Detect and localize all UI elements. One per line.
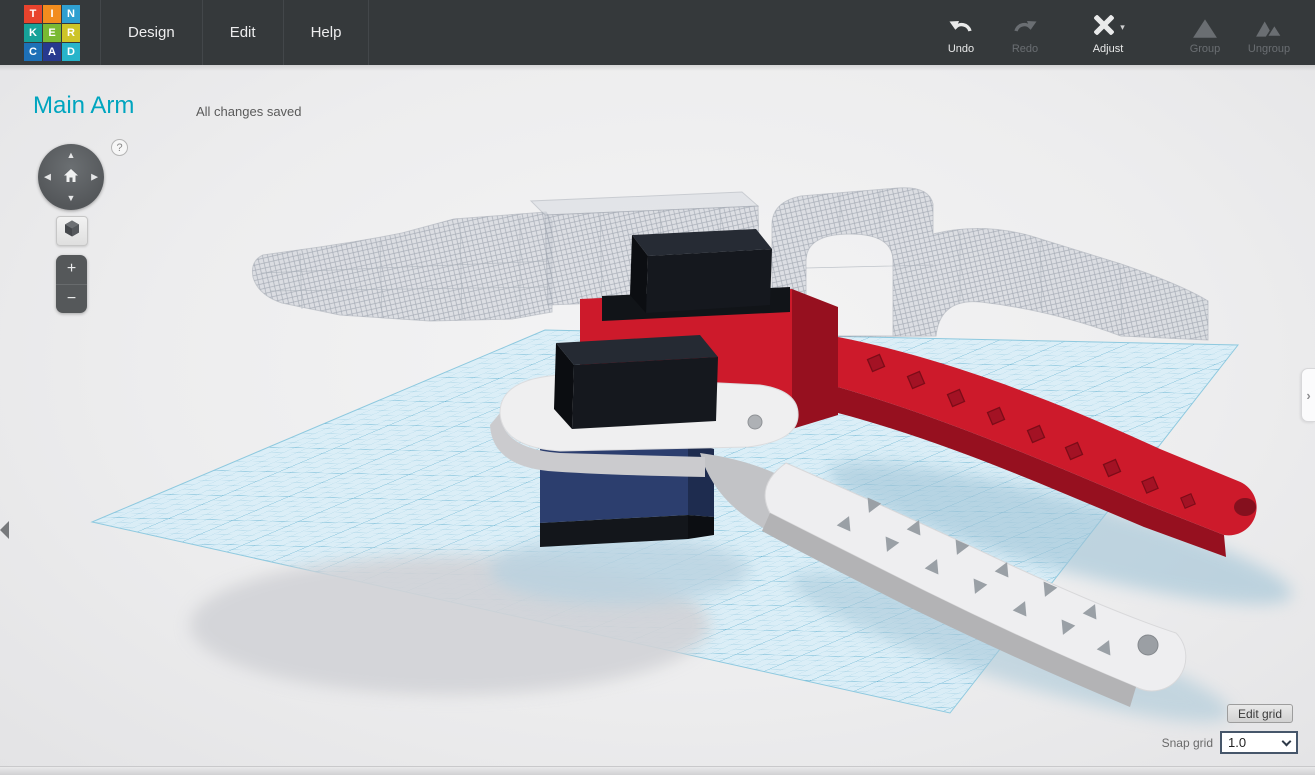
bottom-edge-strip [0, 766, 1315, 775]
tinkercad-logo[interactable]: T I N K E R C A D [24, 5, 80, 61]
main-menu: Design Edit Help [100, 0, 370, 65]
question-icon: ? [116, 141, 123, 154]
snap-grid-row: Snap grid 1.0 [1162, 731, 1298, 754]
left-collapse-arrow-icon[interactable] [0, 521, 9, 539]
edit-grid-button[interactable]: Edit grid [1227, 704, 1293, 723]
ungroup-button[interactable]: Ungroup [1237, 10, 1301, 55]
group-button[interactable]: Group [1173, 10, 1237, 55]
white-arm-hole [1137, 634, 1159, 656]
ungroup-label: Ungroup [1247, 43, 1291, 55]
adjust-button[interactable]: ▾ Adjust [1073, 10, 1143, 55]
ungroup-icon [1255, 14, 1283, 41]
logo-letter: K [24, 24, 42, 42]
black-box-lower[interactable] [554, 335, 718, 429]
top-bar: T I N K E R C A D Design Edit Help Undo … [0, 0, 1315, 65]
chevron-down-icon [1281, 736, 1292, 746]
action-toolbar: Undo Redo ▾ Adjust Group Ungroup [929, 0, 1315, 65]
home-icon [63, 168, 79, 186]
snap-grid-value: 1.0 [1228, 735, 1247, 750]
orbit-up-arrow[interactable]: ▲ [67, 151, 76, 160]
help-button[interactable]: ? [111, 139, 128, 156]
orbit-right-arrow[interactable]: ▶ [91, 172, 98, 182]
chevron-down-icon: ▾ [1120, 22, 1125, 32]
redo-label: Redo [1011, 43, 1039, 55]
chevron-right-icon: › [1306, 387, 1311, 403]
snap-grid-label: Snap grid [1161, 735, 1213, 750]
group-icon [1192, 14, 1218, 41]
zoom-control: + − [56, 255, 87, 313]
crossed-tools-icon [1091, 12, 1117, 43]
black-box-upper[interactable] [630, 229, 772, 313]
redo-icon [1012, 14, 1038, 41]
logo-letter: D [62, 43, 80, 61]
menu-edit[interactable]: Edit [203, 0, 284, 65]
logo-letter: I [43, 5, 61, 23]
zoom-in-button[interactable]: + [56, 255, 87, 285]
undo-label: Undo [947, 43, 975, 55]
adjust-label: Adjust [1092, 43, 1124, 55]
logo-letter: R [62, 24, 80, 42]
red-arm-hole [1234, 498, 1256, 516]
hole-object-left-arm[interactable] [252, 211, 553, 322]
undo-icon [948, 14, 974, 41]
scene-canvas[interactable] [0, 65, 1315, 775]
logo-letter: T [24, 5, 42, 23]
redo-button[interactable]: Redo [993, 10, 1057, 55]
home-view-button[interactable] [63, 168, 79, 186]
menu-design[interactable]: Design [101, 0, 203, 65]
save-status: All changes saved [196, 104, 302, 119]
group-label: Group [1189, 43, 1221, 55]
view-cube-button[interactable] [56, 216, 88, 246]
cube-icon [64, 220, 80, 242]
orbit-down-arrow[interactable]: ▼ [67, 194, 76, 203]
orbit-control[interactable]: ▲ ▼ ◀ ▶ [38, 144, 104, 210]
logo-letter: C [24, 43, 42, 61]
snap-grid-select[interactable]: 1.0 [1220, 731, 1298, 754]
orbit-left-arrow[interactable]: ◀ [44, 172, 51, 182]
logo-letter: N [62, 5, 80, 23]
panel-toggle-tab[interactable]: › [1301, 368, 1315, 422]
menu-help[interactable]: Help [284, 0, 370, 65]
undo-button[interactable]: Undo [929, 10, 993, 55]
logo-letter: E [43, 24, 61, 42]
3d-viewport[interactable]: Main Arm All changes saved ▲ ▼ ◀ ▶ ? + −… [0, 65, 1315, 775]
white-plate-hole [747, 414, 763, 430]
logo-letter: A [43, 43, 61, 61]
design-title: Main Arm [33, 92, 135, 119]
zoom-out-button[interactable]: − [56, 285, 87, 314]
